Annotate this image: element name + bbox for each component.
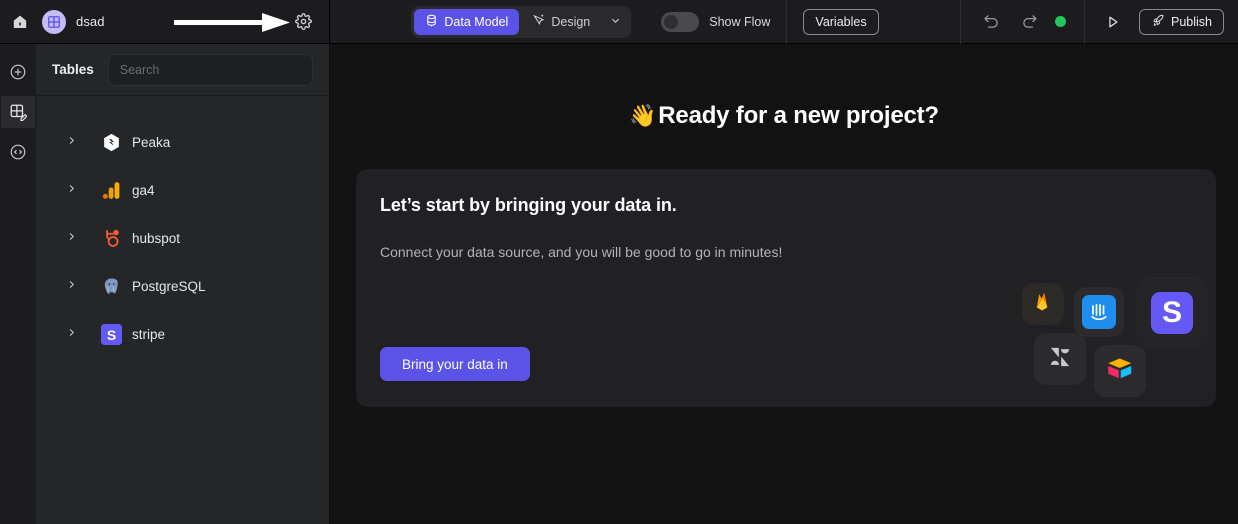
variables-button[interactable]: Variables [803,8,879,35]
project-name: dsad [76,14,105,29]
publish-actions: Publish [1085,8,1238,35]
airtable-logo-icon [1105,354,1135,389]
play-icon[interactable] [1101,10,1125,34]
list-item-label: PostgreSQL [132,278,206,294]
svg-text:S: S [106,326,115,342]
list-item-label: stripe [132,326,166,342]
waving-hand-icon: 👋 [629,103,657,128]
design-dropdown-button[interactable] [603,9,628,35]
chevron-right-icon[interactable] [66,325,78,343]
history-actions [961,10,1084,34]
undo-icon[interactable] [979,10,1003,34]
top-bar-left: dsad [0,0,330,43]
list-item-label: hubspot [132,230,181,246]
stripe-logo-tile: S [1136,277,1208,349]
airtable-logo-tile [1094,345,1146,397]
page-title-text: Ready for a new project? [658,102,939,129]
card-subheading: Connect your data source, and you will b… [380,244,783,260]
google-analytics-logo-icon [100,179,122,201]
list-item-label: Peaka [132,134,171,150]
show-flow-control: Show Flow [661,11,771,32]
bring-your-data-in-label: Bring your data in [402,356,508,372]
status-indicator-dot [1055,16,1066,27]
list-item[interactable]: PostgreSQL [36,262,329,310]
stripe-logo-icon: S [100,323,122,345]
search-input[interactable] [107,53,313,86]
bring-your-data-in-button[interactable]: Bring your data in [380,347,530,381]
page-title: 👋Ready for a new project? [330,44,1238,130]
list-item[interactable]: Peaka [36,118,329,166]
show-flow-toggle[interactable] [661,11,700,32]
zendesk-logo-tile [1034,333,1086,385]
publish-button-label: Publish [1171,14,1212,29]
intercom-logo-icon [1082,295,1116,329]
data-source-list: Peaka ga4 hubspot PostgreSQL S stripe [36,96,329,358]
home-icon[interactable] [8,10,32,34]
project-avatar[interactable] [42,9,66,34]
add-icon[interactable] [1,56,35,88]
firebase-logo-icon [1032,291,1054,318]
tab-design-label: Design [551,14,591,29]
tab-data-model[interactable]: Data Model [414,8,520,35]
rocket-icon [1151,13,1165,30]
card-heading: Let’s start by bringing your data in. [380,195,677,215]
sidebar-header: Tables [36,44,329,96]
list-item[interactable]: S stripe [36,310,329,358]
gear-icon[interactable] [291,10,315,34]
zendesk-logo-icon [1046,343,1074,376]
main-body: Tables Search Peaka ga4 hubspot PostgreS… [0,44,1238,524]
top-bar: dsad Data Model Design Show Flow Variabl… [0,0,1238,44]
hubspot-logo-icon [100,227,122,249]
icon-rail [0,44,36,524]
integration-logo-cluster: S [1016,277,1216,407]
list-item-label: ga4 [132,182,155,198]
sidebar-title: Tables [52,62,94,77]
stripe-logo-icon: S [1151,292,1193,334]
table-edit-icon[interactable] [1,96,35,128]
canvas-area: 👋Ready for a new project? Let’s start by… [330,44,1238,524]
chevron-down-icon [610,15,621,29]
mode-segmented-control: Data Model Design [411,5,632,38]
chevron-right-icon[interactable] [66,181,78,199]
top-bar-center: Data Model Design Show Flow Variables [330,0,960,44]
cursor-design-icon [532,14,545,30]
chevron-right-icon[interactable] [66,229,78,247]
tab-data-model-label: Data Model [444,14,509,29]
onboarding-card: Let’s start by bringing your data in. Co… [356,169,1216,407]
chevron-right-icon[interactable] [66,133,78,151]
publish-button[interactable]: Publish [1139,8,1224,35]
show-flow-label: Show Flow [709,14,771,29]
toggle-knob [664,14,679,29]
postgresql-logo-icon [100,275,122,297]
list-item[interactable]: ga4 [36,166,329,214]
app-root: dsad Data Model Design Show Flow Variabl… [0,0,1238,524]
peaka-logo-icon [100,131,122,153]
intercom-logo-tile [1074,287,1124,337]
list-item[interactable]: hubspot [36,214,329,262]
variables-button-label: Variables [815,14,867,29]
redo-icon[interactable] [1017,10,1041,34]
code-icon[interactable] [1,136,35,168]
firebase-logo-tile [1022,283,1064,325]
tab-design[interactable]: Design [521,9,601,35]
database-icon [425,14,438,30]
divider [786,0,788,44]
chevron-right-icon[interactable] [66,277,78,295]
tables-sidebar: Tables Search Peaka ga4 hubspot PostgreS… [36,44,330,524]
top-bar-right: Publish [960,0,1238,44]
